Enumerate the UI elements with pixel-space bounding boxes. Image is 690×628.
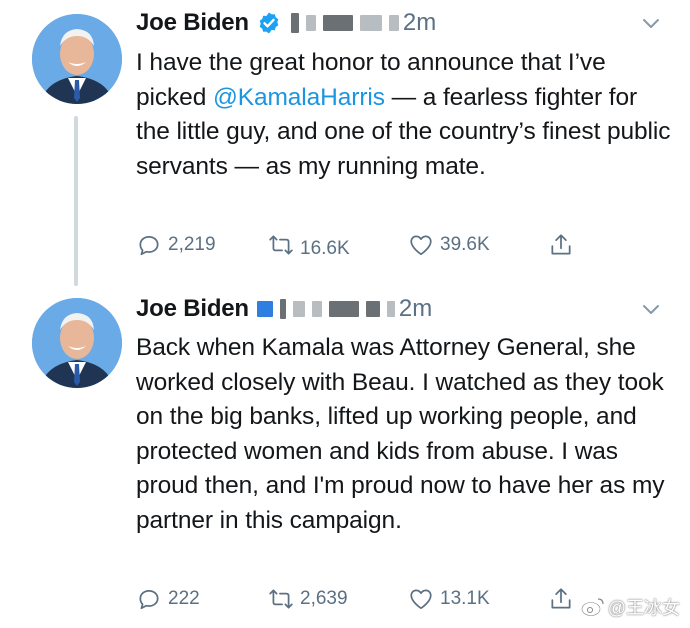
like-button[interactable]: 13.1K xyxy=(408,584,490,614)
watermark-text: @王冰女 xyxy=(607,598,680,618)
tweet-text: I have the great honor to announce that … xyxy=(136,46,676,184)
share-icon xyxy=(551,588,571,609)
tweet-text: Back when Kamala was Attorney General, s… xyxy=(136,334,665,534)
tweet-actions: 2,219 16.6K 39.6K xyxy=(136,230,586,260)
author-name[interactable]: Joe Biden xyxy=(136,295,249,323)
author-name[interactable]: Joe Biden xyxy=(136,9,249,37)
share-button[interactable] xyxy=(548,584,580,614)
share-icon xyxy=(551,234,571,255)
reply-count: 2,219 xyxy=(168,234,216,255)
reply-icon xyxy=(139,590,159,610)
retweet-count: 2,639 xyxy=(300,588,348,609)
chevron-down-icon[interactable] xyxy=(640,12,662,34)
tweet-header: Joe Biden 2m xyxy=(136,6,436,40)
retweet-count: 16.6K xyxy=(300,238,350,259)
tweet-actions: 222 2,639 13.1K xyxy=(136,584,586,614)
handle-redacted xyxy=(290,13,399,33)
avatar[interactable] xyxy=(32,14,122,104)
verified-badge-icon xyxy=(259,12,279,34)
heart-icon xyxy=(410,235,432,256)
retweet-icon xyxy=(269,589,293,609)
like-count: 39.6K xyxy=(440,234,490,255)
weibo-logo-icon xyxy=(580,598,604,617)
tweet-header: Joe Biden 2m xyxy=(136,292,432,326)
like-count: 13.1K xyxy=(440,588,490,609)
avatar-photo-icon xyxy=(32,14,122,104)
retweet-icon xyxy=(269,235,293,255)
chevron-down-icon[interactable] xyxy=(640,298,662,320)
tweet-timestamp[interactable]: 2m xyxy=(399,295,432,323)
reply-icon xyxy=(139,236,159,256)
heart-icon xyxy=(410,589,432,610)
avatar-photo-icon xyxy=(32,298,122,388)
avatar[interactable] xyxy=(32,298,122,388)
retweet-button[interactable]: 2,639 xyxy=(268,584,348,614)
thread-connector xyxy=(74,116,78,286)
reply-count: 222 xyxy=(168,588,200,609)
handle-redacted xyxy=(256,299,395,319)
weibo-watermark: @王冰女 xyxy=(580,594,680,620)
retweet-button[interactable]: 16.6K xyxy=(268,230,350,260)
share-button[interactable] xyxy=(548,230,580,260)
mention-link[interactable]: @KamalaHarris xyxy=(213,84,385,111)
like-button[interactable]: 39.6K xyxy=(408,230,490,260)
reply-button[interactable]: 2,219 xyxy=(136,230,216,260)
reply-button[interactable]: 222 xyxy=(136,584,200,614)
tweet-timestamp[interactable]: 2m xyxy=(403,9,436,37)
